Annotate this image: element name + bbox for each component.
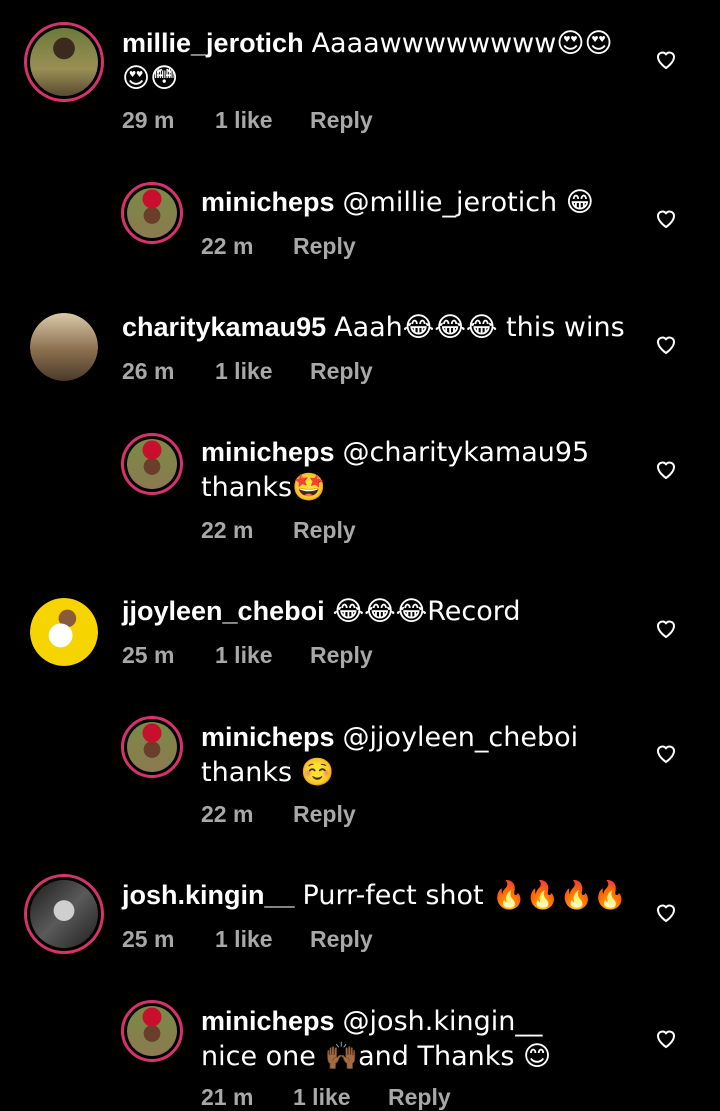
heart-outline-icon[interactable]	[654, 47, 678, 71]
comment-body: Purr-fect shot 🔥🔥🔥🔥	[302, 880, 627, 911]
avatar[interactable]	[121, 716, 183, 778]
avatar[interactable]	[121, 182, 183, 244]
comment-meta: 25 m 1 like Reply	[122, 642, 373, 669]
comment-text: millie_jerotich Aaaawwwwwwww😍😍😍😳	[122, 26, 622, 96]
reply-button[interactable]: Reply	[293, 233, 356, 260]
comment-likes[interactable]: 1 like	[293, 1084, 388, 1111]
comment-username[interactable]: minicheps	[201, 1006, 335, 1036]
heart-outline-icon[interactable]	[654, 900, 678, 924]
comment-time: 25 m	[122, 926, 175, 952]
avatar[interactable]	[121, 1000, 183, 1062]
reply-button[interactable]: Reply	[310, 926, 373, 953]
heart-outline-icon[interactable]	[654, 457, 678, 481]
comment-time: 29 m	[122, 107, 175, 133]
comment-text: minicheps @jjoyleen_cheboi thanks ☺️	[201, 720, 591, 790]
heart-outline-icon[interactable]	[654, 616, 678, 640]
avatar[interactable]	[30, 598, 98, 666]
comment-meta: 26 m 1 like Reply	[122, 358, 373, 385]
comment-time: 22 m	[201, 233, 254, 259]
comment-username[interactable]: jjoyleen_cheboi	[122, 596, 325, 626]
comment-username[interactable]: charitykamau95	[122, 312, 326, 342]
heart-outline-icon[interactable]	[654, 1026, 678, 1050]
comment-username[interactable]: millie_jerotich	[122, 28, 304, 58]
comment-username[interactable]: minicheps	[201, 722, 335, 752]
reply-button[interactable]: Reply	[293, 801, 356, 828]
comment-likes[interactable]: 1 like	[215, 358, 310, 385]
comment-username[interactable]: minicheps	[201, 187, 335, 217]
comment-likes[interactable]: 1 like	[215, 642, 310, 669]
heart-outline-icon[interactable]	[654, 741, 678, 765]
reply-button[interactable]: Reply	[310, 358, 373, 385]
comment-meta: 29 m 1 like Reply	[122, 107, 373, 134]
avatar[interactable]	[121, 433, 183, 495]
comment-time: 22 m	[201, 517, 254, 543]
comment-meta: 22 m Reply	[201, 233, 356, 260]
reply-button[interactable]: Reply	[310, 107, 373, 134]
avatar[interactable]	[24, 22, 104, 102]
avatar[interactable]	[24, 874, 104, 954]
heart-outline-icon[interactable]	[654, 206, 678, 230]
avatar[interactable]	[30, 313, 98, 381]
comment-meta: 21 m 1 like Reply	[201, 1084, 451, 1111]
comment-body: @millie_jerotich 😁	[342, 187, 594, 218]
comment-text: minicheps @millie_jerotich 😁	[201, 185, 621, 220]
reply-button[interactable]: Reply	[388, 1084, 451, 1111]
comment-username[interactable]: josh.kingin__	[122, 880, 295, 910]
reply-button[interactable]: Reply	[293, 517, 356, 544]
comment-text: charitykamau95 Aaah😂😂😂 this wins	[122, 310, 642, 345]
comment-text: minicheps @charitykamau95 thanks🤩	[201, 435, 591, 505]
comment-time: 21 m	[201, 1084, 254, 1110]
comment-time: 26 m	[122, 358, 175, 384]
comment-text: josh.kingin__ Purr-fect shot 🔥🔥🔥🔥	[122, 878, 642, 913]
comment-time: 22 m	[201, 801, 254, 827]
comment-meta: 25 m 1 like Reply	[122, 926, 373, 953]
comment-meta: 22 m Reply	[201, 517, 356, 544]
comment-body: 😂😂😂Record	[332, 596, 521, 627]
heart-outline-icon[interactable]	[654, 332, 678, 356]
comment-likes[interactable]: 1 like	[215, 107, 310, 134]
comment-text: minicheps @josh.kingin__ nice one 🙌🏾and T…	[201, 1004, 601, 1074]
comment-body: Aaah😂😂😂 this wins	[334, 312, 625, 343]
comment-likes[interactable]: 1 like	[215, 926, 310, 953]
comment-username[interactable]: minicheps	[201, 437, 335, 467]
reply-button[interactable]: Reply	[310, 642, 373, 669]
comment-meta: 22 m Reply	[201, 801, 356, 828]
comment-text: jjoyleen_cheboi 😂😂😂Record	[122, 594, 642, 629]
comment-time: 25 m	[122, 642, 175, 668]
